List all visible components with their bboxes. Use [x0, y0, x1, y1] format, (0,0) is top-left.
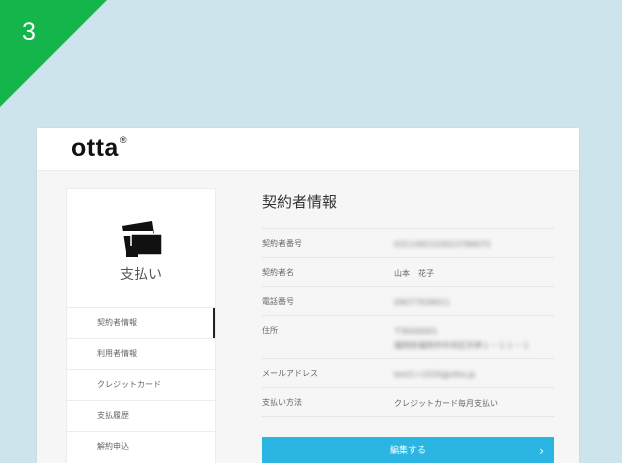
row-value: 〒8500001 福岡県福岡市中央区天神１－１１－１: [394, 316, 554, 358]
sidebar-item-label: 契約者情報: [97, 318, 137, 327]
row-label: メールアドレス: [262, 369, 318, 378]
chevron-right-icon: ›: [539, 444, 544, 458]
postal-code: 〒8500001: [394, 327, 438, 336]
info-row-contract-number: 契約者番号 0311492103023789075: [262, 228, 554, 257]
sidebar-item-label: 解約申込: [97, 442, 129, 451]
edit-button[interactable]: 編集する ›: [262, 437, 554, 463]
info-row-contractor-name: 契約者名 山本 花子: [262, 257, 554, 286]
sidebar-item-credit-card[interactable]: クレジットカード: [67, 369, 215, 400]
row-label: 契約者名: [262, 268, 294, 277]
row-label: 支払い方法: [262, 398, 302, 407]
row-value: クレジットカード毎月支払い: [394, 399, 498, 408]
sidebar-menu: 契約者情報 利用者情報 クレジットカード 支払履歴 解約申込: [67, 307, 215, 462]
row-value: 0311492103023789075: [394, 240, 491, 249]
step-badge: [0, 0, 107, 107]
row-value: 09077939011: [394, 298, 450, 307]
payment-cards-icon: [122, 221, 163, 257]
row-label: 契約者番号: [262, 239, 302, 248]
sidebar-item-contractor-info[interactable]: 契約者情報: [67, 307, 215, 338]
otta-logo[interactable]: otta®: [71, 134, 127, 163]
info-row-email: メールアドレス test1+1020@otta.jp: [262, 358, 554, 387]
app-window: otta® 支払い 契約者情報 利用者情報 クレジットカード 支払履歴 解約申込…: [37, 128, 579, 463]
info-row-address: 住所 〒8500001 福岡県福岡市中央区天神１－１１－１: [262, 315, 554, 358]
page-title: 契約者情報: [262, 193, 338, 211]
sidebar-item-cancellation[interactable]: 解約申込: [67, 431, 215, 462]
row-value: test1+1020@otta.jp: [394, 370, 476, 379]
info-row-phone: 電話番号 09077939011: [262, 286, 554, 315]
sidebar-item-label: クレジットカード: [97, 380, 161, 389]
logo-text: otta: [71, 134, 119, 162]
main-content: 契約者情報 契約者番号 0311492103023789075 契約者名 山本 …: [262, 188, 554, 463]
payment-heading: 支払い: [120, 267, 162, 283]
step-number: 3: [22, 18, 36, 46]
sidebar-item-label: 利用者情報: [97, 349, 137, 358]
info-row-payment-method: 支払い方法 クレジットカード毎月支払い: [262, 387, 554, 417]
row-value: 山本 花子: [394, 269, 434, 278]
row-label: 住所: [262, 326, 278, 335]
address-line: 福岡県福岡市中央区天神１－１１－１: [394, 341, 530, 350]
edit-button-label: 編集する: [389, 446, 426, 456]
header: otta®: [37, 128, 579, 171]
sidebar-item-label: 支払履歴: [97, 411, 129, 420]
sidebar: 支払い 契約者情報 利用者情報 クレジットカード 支払履歴 解約申込: [66, 188, 216, 463]
registered-mark: ®: [119, 134, 127, 145]
sidebar-item-payment-history[interactable]: 支払履歴: [67, 400, 215, 431]
row-label: 電話番号: [262, 297, 294, 306]
sidebar-item-user-info[interactable]: 利用者情報: [67, 338, 215, 369]
